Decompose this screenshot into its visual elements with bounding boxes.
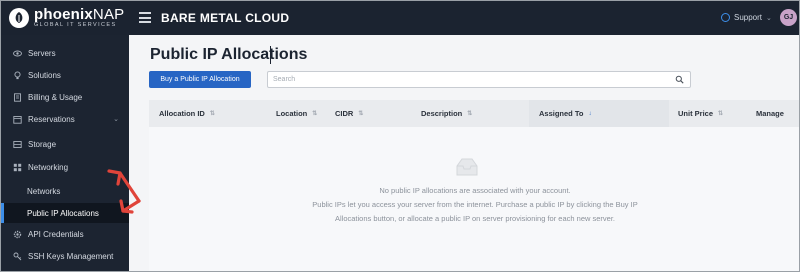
empty-state-message: No public IP allocations are associated … xyxy=(379,186,571,195)
brand-name-bold: phoenix xyxy=(34,6,93,23)
sidebar-item-servers[interactable]: Servers xyxy=(1,43,129,63)
main-content: Public IP Allocations Buy a Public IP Al… xyxy=(129,35,799,271)
lightbulb-icon xyxy=(13,70,22,80)
brand-name-rest: NAP xyxy=(92,6,125,23)
sidebar-item-solutions[interactable]: Solutions xyxy=(1,65,129,85)
column-location[interactable]: Location ⇅ xyxy=(276,100,317,127)
search-icon xyxy=(675,75,684,84)
column-unit-price[interactable]: Unit Price ⇅ xyxy=(678,100,723,127)
column-label: Description xyxy=(421,109,463,118)
column-label: CIDR xyxy=(335,109,354,118)
buy-public-ip-button[interactable]: Buy a Public IP Allocation xyxy=(149,71,251,88)
help-icon xyxy=(721,13,730,22)
avatar[interactable]: GJ xyxy=(780,9,797,26)
column-label: Unit Price xyxy=(678,109,714,118)
sort-icon: ⇅ xyxy=(718,110,724,117)
column-allocation-id[interactable]: Allocation ID ⇅ xyxy=(159,100,215,127)
sidebar-item-label: SSH Keys Management xyxy=(28,251,114,261)
sidebar-subitem-label: Public IP Allocations xyxy=(27,208,99,218)
sidebar-subitem-public-ip-allocations[interactable]: Public IP Allocations xyxy=(1,203,129,223)
support-label: Support xyxy=(734,13,763,22)
sidebar-item-label: Networking xyxy=(28,162,69,172)
sidebar-item-billing[interactable]: Billing & Usage xyxy=(1,87,129,107)
app-title: BARE METAL CLOUD xyxy=(161,11,290,25)
eye-icon xyxy=(13,49,22,58)
sidebar-item-networking[interactable]: Networking xyxy=(1,157,129,177)
page-title: Public IP Allocations xyxy=(150,46,308,63)
sidebar-item-label: Servers xyxy=(28,48,56,58)
calendar-icon xyxy=(13,115,22,124)
column-label: Location xyxy=(276,109,308,118)
chevron-down-icon: ⌄ xyxy=(113,116,119,123)
sort-icon: ⇅ xyxy=(358,110,364,117)
sidebar-item-label: Storage xyxy=(28,139,57,149)
sort-icon: ⇅ xyxy=(312,110,318,117)
empty-state-description-line2: Allocations button, or allocate a public… xyxy=(334,214,616,223)
column-assigned-to[interactable]: Assigned To ↓ xyxy=(529,100,669,127)
chevron-down-icon: ⌄ xyxy=(766,14,772,22)
receipt-icon xyxy=(13,92,22,102)
sidebar-item-label: Billing & Usage xyxy=(28,92,83,102)
text-cursor xyxy=(270,46,271,64)
sidebar-subitem-networks[interactable]: Networks xyxy=(1,181,129,201)
storage-icon xyxy=(13,140,22,149)
table-header: Allocation ID ⇅ Location ⇅ CIDR ⇅ Descripti… xyxy=(149,100,799,127)
brand-tagline: GLOBAL IT SERVICES xyxy=(34,22,117,28)
sidebar-item-label: API Credentials xyxy=(28,229,84,239)
sidebar-item-ssh-keys[interactable]: SSH Keys Management xyxy=(1,246,129,266)
column-label: Allocation ID xyxy=(159,109,205,118)
sort-icon: ⇅ xyxy=(209,110,215,117)
menu-toggle-icon[interactable] xyxy=(139,12,151,23)
empty-state-description-line1: Public IPs let you access your server fr… xyxy=(312,200,638,209)
key-icon xyxy=(13,252,22,261)
column-description[interactable]: Description ⇅ xyxy=(421,100,472,127)
logo[interactable]: phoenixNAP GLOBAL IT SERVICES xyxy=(9,7,124,29)
sidebar-subitem-label: Networks xyxy=(27,186,61,196)
sidebar-item-storage[interactable]: Storage xyxy=(1,134,129,154)
sidebar-item-api-credentials[interactable]: API Credentials xyxy=(1,224,129,244)
search-input[interactable]: Search xyxy=(267,71,691,88)
app-window: phoenixNAP GLOBAL IT SERVICES BARE METAL… xyxy=(0,0,800,272)
support-menu[interactable]: Support ⌄ xyxy=(721,13,772,22)
column-cidr[interactable]: CIDR ⇅ xyxy=(335,100,363,127)
sort-desc-icon: ↓ xyxy=(588,110,592,117)
phoenix-logo-icon xyxy=(9,7,29,28)
column-label: Manage xyxy=(756,109,784,118)
search-placeholder: Search xyxy=(273,76,296,83)
sort-icon: ⇅ xyxy=(467,110,473,117)
sidebar-item-label: Solutions xyxy=(28,70,61,80)
top-bar: phoenixNAP GLOBAL IT SERVICES BARE METAL… xyxy=(1,1,799,35)
table-body-empty: No public IP allocations are associated … xyxy=(149,127,799,271)
network-icon xyxy=(13,163,22,172)
gear-icon xyxy=(13,230,22,239)
column-label: Assigned To xyxy=(539,109,584,118)
sidebar-item-reservations[interactable]: Reservations ⌄ xyxy=(1,109,129,129)
sidebar: Servers Solutions Billing & Usage Reserv… xyxy=(1,35,129,271)
empty-inbox-icon xyxy=(456,158,478,176)
column-manage: Manage xyxy=(756,100,784,127)
sidebar-item-label: Reservations xyxy=(28,114,75,124)
